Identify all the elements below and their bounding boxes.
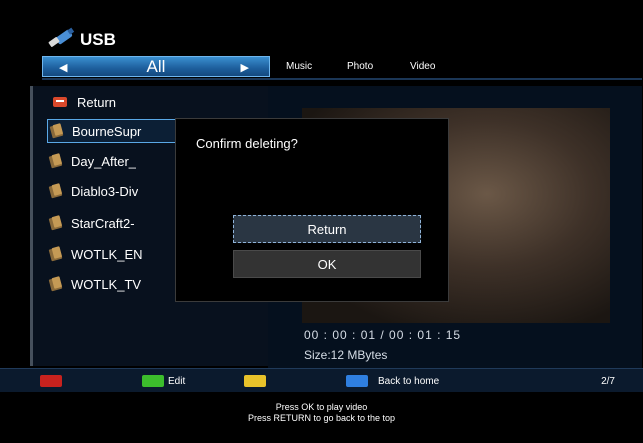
list-item[interactable]: Diablo3-Div bbox=[47, 179, 138, 203]
category-selected-label: All bbox=[146, 56, 166, 76]
list-item[interactable]: Day_After_ bbox=[47, 149, 136, 173]
yellow-key-icon[interactable] bbox=[244, 375, 266, 387]
file-name: Day_After_ bbox=[71, 153, 137, 169]
back-to-home-label: Back to home bbox=[378, 376, 440, 387]
file-name: StarCraft2- bbox=[71, 215, 135, 231]
list-item[interactable]: WOTLK_TV bbox=[47, 272, 141, 296]
confirm-delete-dialog: Confirm deleting? Return OK bbox=[175, 118, 449, 302]
chevron-left-icon[interactable]: ◀ bbox=[59, 61, 67, 74]
red-key-icon[interactable] bbox=[40, 375, 62, 387]
chevron-right-icon[interactable]: ▶ bbox=[241, 61, 249, 74]
hint-return: Press RETURN to go back to the top bbox=[247, 413, 396, 423]
ok-button[interactable]: OK bbox=[233, 250, 421, 278]
file-size: Size:12 MBytes bbox=[304, 348, 388, 362]
usb-drive-icon bbox=[46, 27, 76, 53]
video-file-icon bbox=[47, 182, 65, 200]
list-item[interactable]: WOTLK_EN bbox=[47, 242, 143, 266]
category-selector[interactable]: ◀ All ▶ bbox=[42, 56, 270, 77]
media-player-screen: USB ◀ All ▶ Music Photo Video Return Bou… bbox=[0, 0, 643, 443]
hint-area: Press OK to play video Press RETURN to g… bbox=[0, 392, 643, 443]
category-divider bbox=[42, 78, 642, 80]
video-file-icon bbox=[47, 275, 65, 293]
return-button[interactable]: Return bbox=[233, 215, 421, 243]
page-indicator: 2/7 bbox=[601, 376, 615, 387]
file-name: WOTLK_EN bbox=[71, 246, 143, 262]
color-key-bar: Edit Back to home 2/7 bbox=[0, 368, 643, 392]
file-name: BourneSupr bbox=[72, 123, 142, 139]
return-label: Return bbox=[77, 94, 117, 110]
list-item[interactable]: StarCraft2- bbox=[47, 211, 135, 235]
source-header: USB bbox=[46, 26, 116, 54]
blue-key-icon[interactable] bbox=[346, 375, 368, 387]
video-file-icon bbox=[47, 245, 65, 263]
tab-video[interactable]: Video bbox=[410, 61, 435, 72]
dialog-title: Confirm deleting? bbox=[196, 136, 298, 151]
file-name: Diablo3-Div bbox=[71, 183, 139, 199]
file-name: WOTLK_TV bbox=[71, 276, 142, 292]
green-key-icon[interactable] bbox=[142, 375, 164, 387]
video-file-icon bbox=[47, 152, 65, 170]
category-bar: ◀ All ▶ Music Photo Video bbox=[42, 56, 642, 80]
hint-play: Press OK to play video bbox=[275, 402, 368, 412]
edit-label: Edit bbox=[168, 376, 186, 387]
tab-music[interactable]: Music bbox=[286, 61, 312, 72]
return-icon bbox=[53, 97, 67, 107]
video-file-icon bbox=[47, 214, 65, 232]
video-file-icon bbox=[48, 122, 66, 140]
tab-photo[interactable]: Photo bbox=[347, 61, 373, 72]
playback-time: 00 : 00 : 01 / 00 : 01 : 15 bbox=[304, 328, 462, 342]
return-item[interactable]: Return bbox=[53, 90, 116, 114]
source-label: USB bbox=[80, 30, 116, 49]
